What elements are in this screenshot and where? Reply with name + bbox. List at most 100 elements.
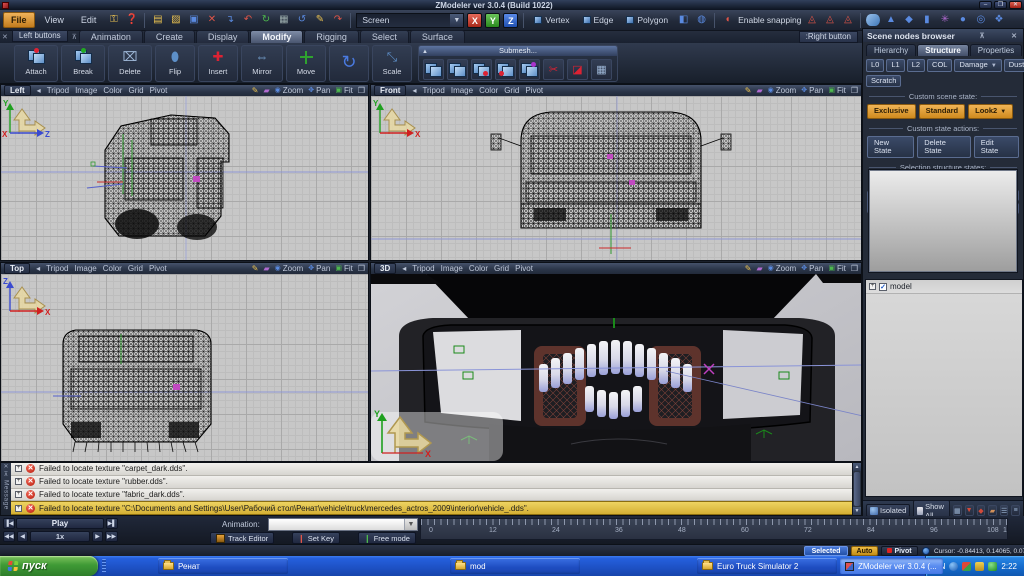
free-mode-button[interactable]: ❙Free mode <box>358 532 416 544</box>
tab-properties[interactable]: Properties <box>970 44 1022 56</box>
tray-messenger-icon[interactable] <box>949 562 958 571</box>
pan-control[interactable]: ✥Pan <box>801 86 823 95</box>
new-file-icon[interactable]: ▤ <box>150 13 165 28</box>
taskbar-item-renat[interactable]: Ренат <box>158 558 288 574</box>
maximize-viewport-icon[interactable]: ❒ <box>358 86 365 95</box>
pin-icon[interactable]: ⊼ <box>70 33 79 43</box>
menu-tripod[interactable]: Tripod <box>46 264 68 273</box>
filter-red-icon[interactable]: ▼ <box>965 505 974 516</box>
axis-y-button[interactable]: Y <box>485 13 500 28</box>
filter-tree-icon[interactable]: ≡ <box>1011 505 1020 516</box>
menu-tripod[interactable]: Tripod <box>412 264 434 273</box>
delete-button[interactable]: ⌧ Delete <box>108 45 152 82</box>
menu-edit[interactable]: Edit <box>74 13 104 27</box>
menu-view[interactable]: View <box>38 13 71 27</box>
menu-color[interactable]: Color <box>469 264 488 273</box>
submesh-weld-icon[interactable] <box>495 59 516 80</box>
submesh-grid-icon[interactable]: ▦ <box>591 59 612 80</box>
select-sphere-icon[interactable]: ◍ <box>694 13 709 28</box>
menu-pivot[interactable]: Pivot <box>525 86 543 95</box>
message-scrollbar[interactable]: ▲ ▼ <box>852 463 861 515</box>
fit-control[interactable]: ▣Fit <box>335 86 353 95</box>
minimize-button[interactable]: – <box>979 1 992 9</box>
selected-mode-button[interactable]: Selected <box>804 546 848 556</box>
tree-item-model[interactable]: + ✓ model <box>866 280 1022 294</box>
zoom-control[interactable]: ◉Zoom <box>275 264 304 273</box>
standard-state-button[interactable]: Standard <box>919 104 966 119</box>
viewport-name-button[interactable]: Left <box>4 85 31 96</box>
step-back-button[interactable]: ◀ <box>17 531 28 542</box>
tab-animation[interactable]: Animation <box>79 30 143 43</box>
viewport-left-canvas[interactable]: Y X Z <box>1 96 368 260</box>
break-button[interactable]: Break <box>61 45 105 82</box>
scroll-down-icon[interactable]: ▼ <box>853 507 861 515</box>
cylinder-primitive-icon[interactable]: ▮ <box>919 13 934 28</box>
set-key-button[interactable]: ❙Set Key <box>292 532 340 544</box>
save-icon[interactable]: ▣ <box>186 13 201 28</box>
pin-icon[interactable]: ⊼ <box>977 32 986 40</box>
pan-control[interactable]: ✥Pan <box>308 86 330 95</box>
menu-color[interactable]: Color <box>103 264 122 273</box>
shading-icon[interactable]: ▰ <box>756 264 762 273</box>
menu-image[interactable]: Image <box>74 264 96 273</box>
helix-primitive-icon[interactable]: ✳ <box>937 13 952 28</box>
menu-grid[interactable]: Grid <box>494 264 509 273</box>
submesh-detach-icon[interactable] <box>471 59 492 80</box>
lod-damage-button[interactable]: Damage▼ <box>954 59 1001 72</box>
expand-icon[interactable]: + <box>15 491 22 498</box>
open-folder-icon[interactable]: ▨ <box>168 13 183 28</box>
viewport-name-button[interactable]: 3D <box>374 263 396 274</box>
step-forward-fast-button[interactable]: ▶▶ <box>105 531 118 542</box>
scrollbar-thumb[interactable] <box>854 472 860 506</box>
tab-select[interactable]: Select <box>360 30 409 43</box>
cone-primitive-icon[interactable]: ▲ <box>883 13 898 28</box>
lod-l2-button[interactable]: L2 <box>907 59 925 72</box>
zoom-control[interactable]: ◉Zoom <box>768 86 797 95</box>
snap-edge-icon[interactable]: ◬ <box>840 13 855 28</box>
scroll-up-icon[interactable]: ▲ <box>853 463 861 471</box>
close-button[interactable]: ✕ <box>1009 1 1022 9</box>
axis-x-button[interactable]: X <box>467 13 482 28</box>
timeline-ruler[interactable]: 0 12 24 36 48 60 72 84 96 108 120 <box>420 518 1008 540</box>
draw-style-icon[interactable]: ✎ <box>252 264 259 273</box>
start-button[interactable]: пуск <box>0 556 98 576</box>
globe-icon[interactable] <box>922 547 930 555</box>
menu-pivot[interactable]: Pivot <box>150 86 168 95</box>
submesh-extrude-icon[interactable] <box>423 59 444 80</box>
expand-icon[interactable]: + <box>15 465 22 472</box>
restore-button[interactable]: ❐ <box>994 1 1007 9</box>
tab-structure[interactable]: Structure <box>917 44 969 56</box>
submesh-cut-icon[interactable]: ✂ <box>543 59 564 80</box>
pin-icon[interactable]: ⊼ <box>4 471 8 478</box>
message-row[interactable]: + ✕ Failed to locate texture "rubber.dds… <box>11 476 852 489</box>
filter-list-icon[interactable]: ☰ <box>1000 505 1009 516</box>
menu-image[interactable]: Image <box>75 86 97 95</box>
expand-icon[interactable]: + <box>15 478 22 485</box>
message-tab-label[interactable]: Message <box>3 480 10 510</box>
look2-state-button[interactable]: Look2▼ <box>968 104 1013 119</box>
zoom-control[interactable]: ◉Zoom <box>275 86 304 95</box>
message-row[interactable]: + ✕ Failed to locate texture "fabric_dar… <box>11 489 852 502</box>
snap-grid-icon[interactable]: ◬ <box>804 13 819 28</box>
taskbar-item-ets2[interactable]: Euro Truck Simulator 2 <box>697 558 837 574</box>
pan-control[interactable]: ✥Pan <box>801 264 823 273</box>
lod-col-button[interactable]: COL <box>927 59 952 72</box>
tab-rigging[interactable]: Rigging <box>304 30 359 43</box>
go-end-button[interactable]: ▶▌ <box>106 518 118 529</box>
menu-tripod[interactable]: Tripod <box>47 86 69 95</box>
step-forward-button[interactable]: ▶ <box>92 531 103 542</box>
delete-icon[interactable]: ✕ <box>204 13 219 28</box>
expand-icon[interactable]: + <box>869 283 876 290</box>
menu-pivot[interactable]: Pivot <box>515 264 533 273</box>
close-icon[interactable]: ✕ <box>1009 32 1019 40</box>
viewport-top-canvas[interactable]: Z X <box>1 274 368 461</box>
draw-style-icon[interactable]: ✎ <box>745 86 752 95</box>
shading-icon[interactable]: ▰ <box>263 264 269 273</box>
help-icon[interactable]: ❓ <box>124 13 139 28</box>
tray-update-icon[interactable] <box>988 562 997 571</box>
rotate-button[interactable]: ↻ <box>329 45 369 82</box>
draw-style-icon[interactable]: ✎ <box>252 86 259 95</box>
tab-surface[interactable]: Surface <box>410 30 465 43</box>
exclusive-state-button[interactable]: Exclusive <box>867 104 916 119</box>
track-editor-button[interactable]: Track Editor <box>210 532 274 544</box>
